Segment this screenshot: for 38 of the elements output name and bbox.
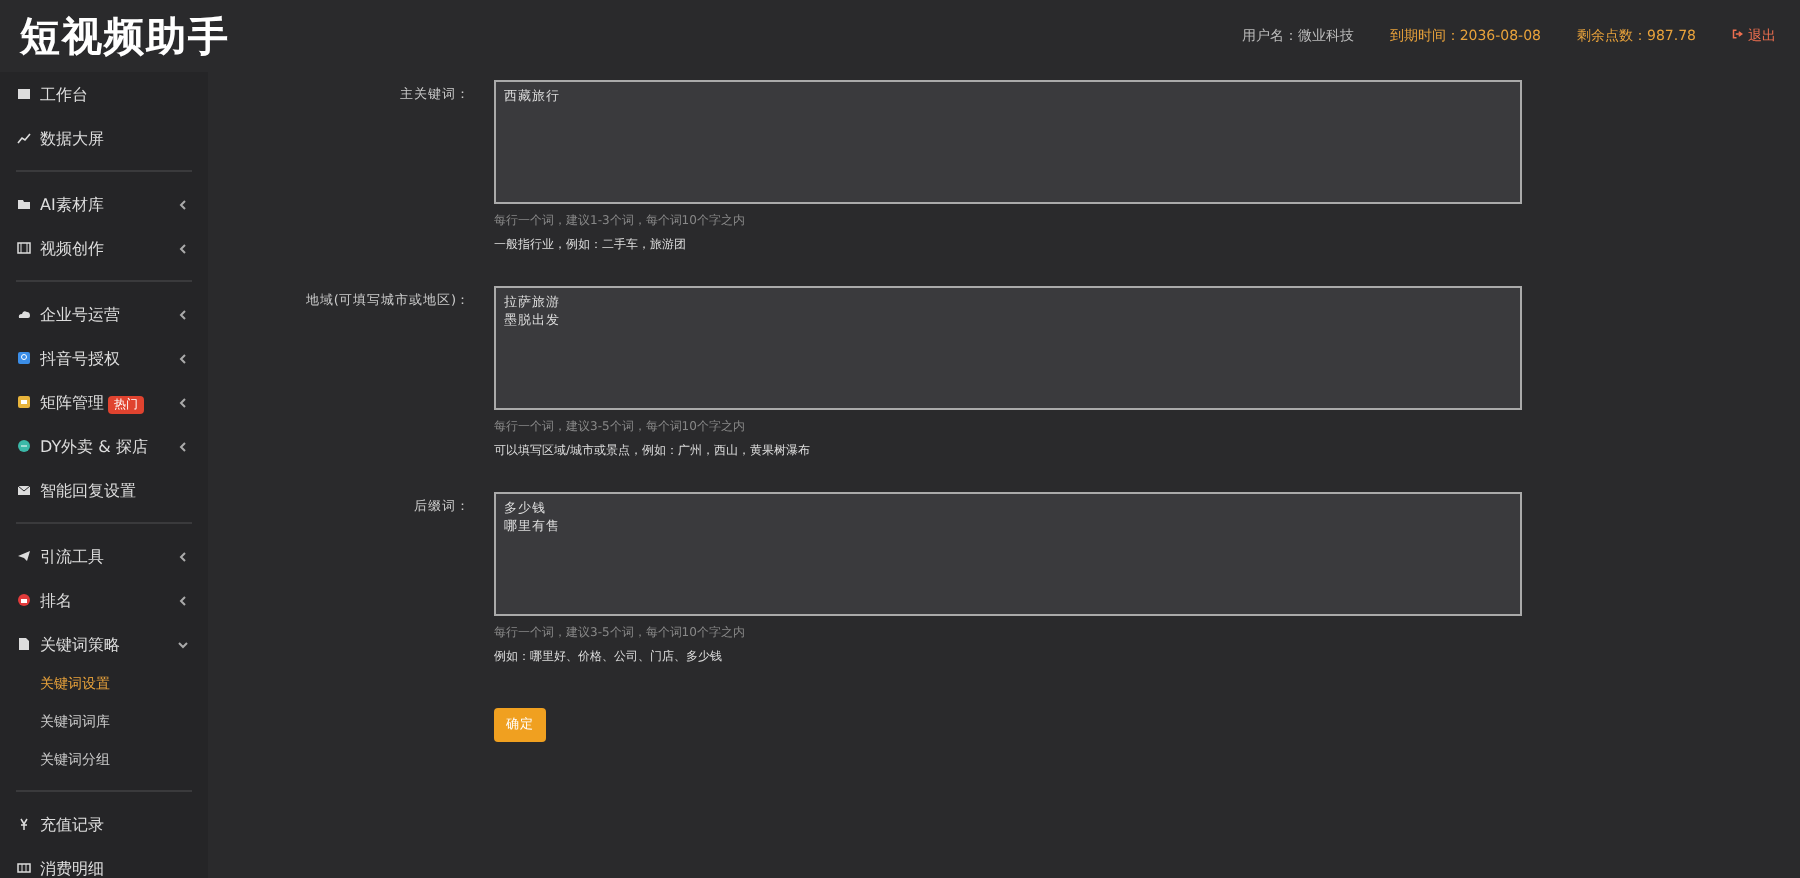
chevron-icon [178,309,188,319]
sidebar-item[interactable]: AI素材库 [0,182,208,226]
chevron-icon [178,551,188,561]
chevron-icon [178,397,188,407]
menu-item-icon [16,130,32,146]
sidebar-item[interactable]: 企业号运营 [0,292,208,336]
chevron-icon [178,243,188,253]
sidebar-item[interactable]: 数据大屏 [0,116,208,160]
chevron-icon [178,595,188,605]
sidebar-item[interactable]: 智能回复设置 [0,468,208,512]
menu-item-icon [16,306,32,322]
chevron-icon [178,441,188,451]
menu-item-icon [16,86,32,102]
menu-item-icon [16,860,32,876]
menu-item-icon [16,240,32,256]
menu-item-icon [16,350,32,366]
sidebar-item[interactable]: 消费明细 [0,846,208,878]
sidebar-item[interactable]: 工作台 [0,72,208,116]
menu-item-icon [16,196,32,212]
menu-item-icon [16,592,32,608]
menu-item-icon [16,816,32,832]
sidebar-item[interactable]: 充值记录 [0,802,208,846]
sidebar-item[interactable]: DY外卖 & 探店 [0,424,208,468]
menu-item-icon [16,482,32,498]
chevron-icon [178,199,188,209]
menu-item-icon [16,636,32,652]
menu-item-icon [16,548,32,564]
sidebar-item[interactable]: 关键词策略 [0,622,208,666]
chevron-icon [178,353,188,363]
chevron-icon [178,639,188,649]
logout-icon [1732,28,1744,40]
menu-item-icon [16,438,32,454]
menu-item-icon [16,394,32,410]
sidebar-item[interactable]: 抖音号授权 [0,336,208,380]
sidebar-item[interactable]: 引流工具 [0,534,208,578]
sidebar-item[interactable]: 视频创作 [0,226,208,270]
app-logo: 短视频助手 [20,9,230,63]
sidebar-item[interactable]: 排名 [0,578,208,622]
